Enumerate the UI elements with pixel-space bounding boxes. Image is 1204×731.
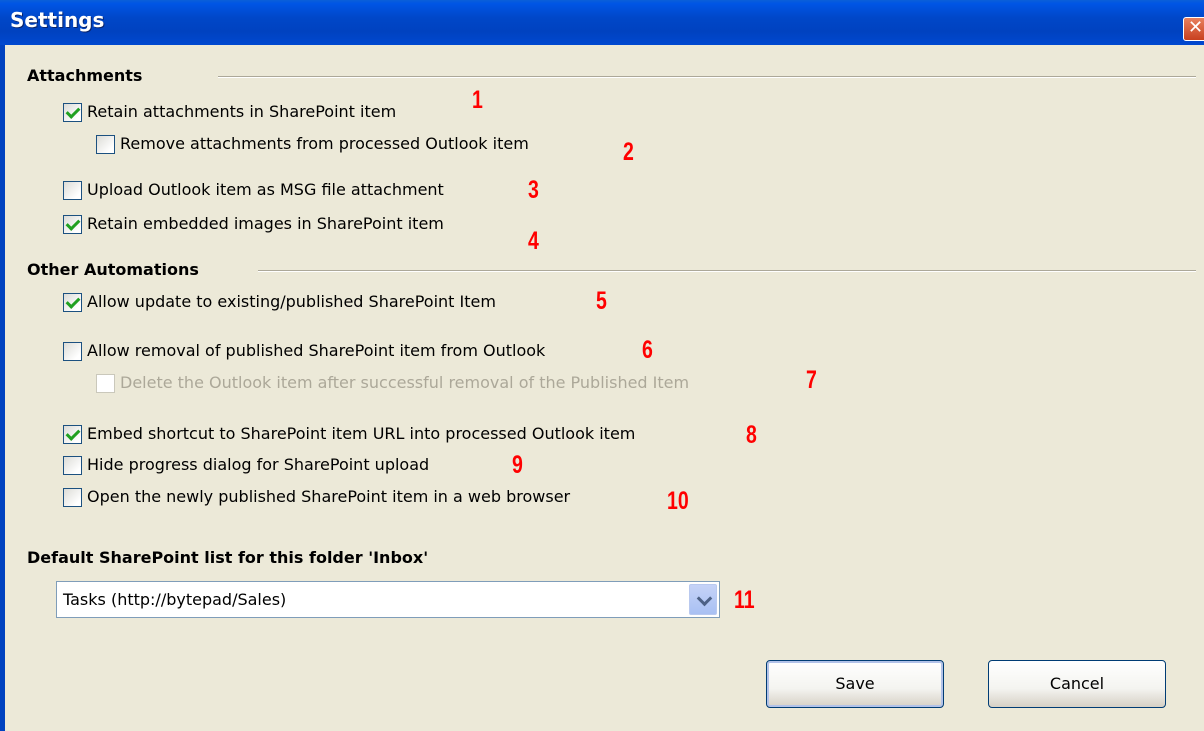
save-button[interactable]: Save xyxy=(766,660,944,708)
annotation-number: 8 xyxy=(746,421,757,449)
checkbox[interactable] xyxy=(96,135,115,154)
section-divider xyxy=(258,270,1196,272)
dropdown-button[interactable] xyxy=(689,584,717,615)
annotation-number: 6 xyxy=(642,336,653,364)
checkbox[interactable] xyxy=(63,215,82,234)
title-bar[interactable]: Settings ✕ xyxy=(0,0,1204,45)
annotation-number: 5 xyxy=(596,287,607,315)
checkbox[interactable] xyxy=(63,181,82,200)
annotation-number: 1 xyxy=(472,86,483,114)
annotation-number: 10 xyxy=(667,487,689,515)
cancel-button[interactable]: Cancel xyxy=(988,660,1166,708)
chevron-down-icon xyxy=(696,590,713,607)
annotation-number: 7 xyxy=(806,366,817,394)
check-icon xyxy=(65,104,81,119)
check-icon xyxy=(65,294,81,309)
close-icon: ✕ xyxy=(1188,17,1204,38)
close-button[interactable]: ✕ xyxy=(1183,17,1204,41)
section-title-automations: Other Automations xyxy=(27,260,199,279)
option-label: Retain attachments in SharePoint item xyxy=(87,102,397,121)
check-icon xyxy=(65,426,81,441)
section-title-attachments: Attachments xyxy=(27,66,143,85)
default-list-title: Default SharePoint list for this folder … xyxy=(27,548,429,567)
checkbox[interactable] xyxy=(96,374,115,393)
option-label: Retain embedded images in SharePoint ite… xyxy=(87,214,444,233)
checkbox[interactable] xyxy=(63,488,82,507)
default-list-select[interactable]: Tasks (http://bytepad/Sales) xyxy=(56,581,720,618)
window-border xyxy=(0,45,5,731)
settings-dialog: Settings ✕ Attachments Retain attachment… xyxy=(0,0,1204,731)
annotation-number: 3 xyxy=(528,176,539,204)
checkbox[interactable] xyxy=(63,103,82,122)
option-label: Remove attachments from processed Outloo… xyxy=(120,134,529,153)
check-icon xyxy=(65,216,81,231)
section-divider xyxy=(218,76,1196,78)
option-label: Hide progress dialog for SharePoint uplo… xyxy=(87,455,430,474)
option-label: Open the newly published SharePoint item… xyxy=(87,487,571,506)
annotation-number: 2 xyxy=(623,138,634,166)
checkbox[interactable] xyxy=(63,293,82,312)
option-label: Allow update to existing/published Share… xyxy=(87,292,496,311)
checkbox[interactable] xyxy=(63,342,82,361)
annotation-number: 9 xyxy=(512,451,523,479)
option-label: Upload Outlook item as MSG file attachme… xyxy=(87,180,444,199)
checkbox[interactable] xyxy=(63,456,82,475)
option-label: Embed shortcut to SharePoint item URL in… xyxy=(87,424,636,443)
checkbox[interactable] xyxy=(63,425,82,444)
option-label: Allow removal of published SharePoint it… xyxy=(87,341,546,360)
annotation-number: 11 xyxy=(734,586,755,614)
default-list-value: Tasks (http://bytepad/Sales) xyxy=(63,590,287,609)
option-label: Delete the Outlook item after successful… xyxy=(120,373,690,392)
window-title: Settings xyxy=(10,8,105,32)
annotation-number: 4 xyxy=(528,227,539,255)
